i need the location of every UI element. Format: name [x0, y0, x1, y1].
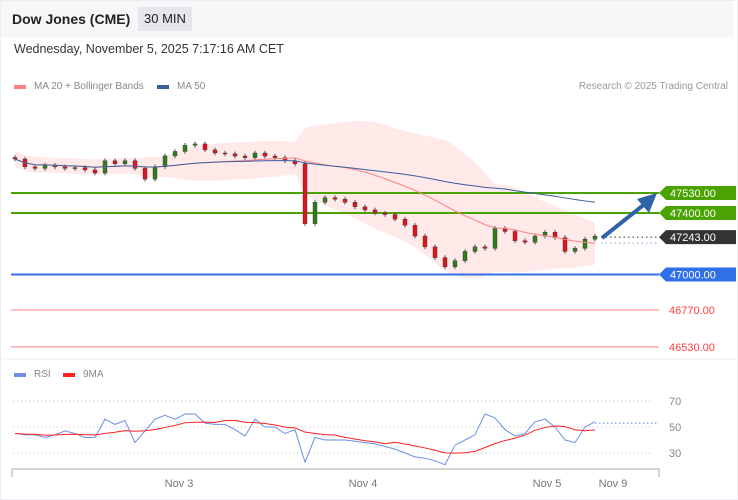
candle-body — [42, 165, 48, 169]
candle-body — [192, 143, 198, 146]
candle-body — [372, 209, 378, 214]
candle-body — [202, 143, 208, 151]
candle-body — [262, 152, 268, 157]
candle-body — [172, 151, 178, 157]
candle-body — [412, 225, 418, 237]
candle-body — [382, 212, 388, 215]
candle-body — [242, 155, 248, 158]
candle — [312, 199, 318, 227]
candle-body — [232, 153, 238, 157]
candle-body — [302, 163, 308, 224]
x-tick-label: Nov 9 — [599, 478, 628, 490]
candle-body — [212, 149, 218, 154]
rsi-tick-label: 30 — [669, 448, 681, 460]
candle-body — [532, 235, 538, 243]
level-label: 46530.00 — [669, 342, 715, 354]
candle-body — [132, 160, 138, 169]
x-tick-label: Nov 3 — [165, 478, 194, 490]
rsi-tick-label: 70 — [669, 396, 681, 408]
candle-body — [252, 152, 258, 158]
candle-body — [522, 240, 528, 243]
candle-body — [82, 167, 88, 171]
candle — [562, 235, 568, 254]
candle-body — [162, 155, 168, 168]
candle — [142, 166, 148, 182]
candle-body — [482, 246, 488, 249]
candle-body — [352, 202, 358, 208]
candle-body — [62, 166, 68, 169]
candle-body — [492, 228, 498, 249]
candle-body — [12, 157, 18, 160]
candle — [432, 244, 438, 260]
candle-body — [512, 231, 518, 241]
candle — [422, 233, 428, 250]
candle — [412, 223, 418, 239]
candle-body — [442, 257, 448, 268]
candle — [492, 226, 498, 251]
candle-body — [222, 152, 228, 155]
candle-body — [272, 155, 278, 158]
level-label: 46770.00 — [669, 305, 715, 317]
candle-body — [142, 168, 148, 180]
candle-body — [362, 206, 368, 211]
chart-widget: Dow Jones (CME) 30 MIN Wednesday, Novemb… — [0, 0, 738, 500]
price-chart: 47530.00 47400.00 47243.00 47000.00 46770.00… — [1, 120, 737, 490]
candle-body — [452, 260, 458, 268]
candle-body — [32, 166, 38, 169]
candle-body — [422, 235, 428, 248]
level-label: 47400.00 — [670, 208, 716, 220]
level-label: 47000.00 — [670, 270, 716, 282]
candle-body — [402, 218, 408, 226]
forecast-arrow-shaft — [600, 201, 648, 240]
candle-body — [392, 214, 398, 220]
candle-body — [182, 145, 188, 152]
x-tick-label: Nov 4 — [349, 478, 378, 490]
candle-body — [432, 246, 438, 258]
candle-body — [342, 198, 348, 203]
candle-body — [462, 251, 468, 261]
candle — [302, 161, 308, 227]
candle-body — [592, 235, 598, 240]
x-tick-label: Nov 5 — [533, 478, 562, 490]
candle-body — [72, 167, 78, 169]
candle-body — [152, 166, 158, 180]
candle-body — [312, 202, 318, 224]
candle-body — [472, 246, 478, 252]
level-label: 47243.00 — [670, 232, 716, 244]
level-label: 47530.00 — [670, 188, 716, 200]
candle-body — [92, 169, 98, 174]
candle-body — [122, 160, 128, 164]
candle-body — [322, 197, 328, 203]
rsi-tick-label: 50 — [669, 422, 681, 434]
candle-body — [112, 160, 118, 164]
candle-body — [572, 248, 578, 252]
candle-body — [332, 197, 338, 200]
candle-body — [582, 238, 588, 249]
